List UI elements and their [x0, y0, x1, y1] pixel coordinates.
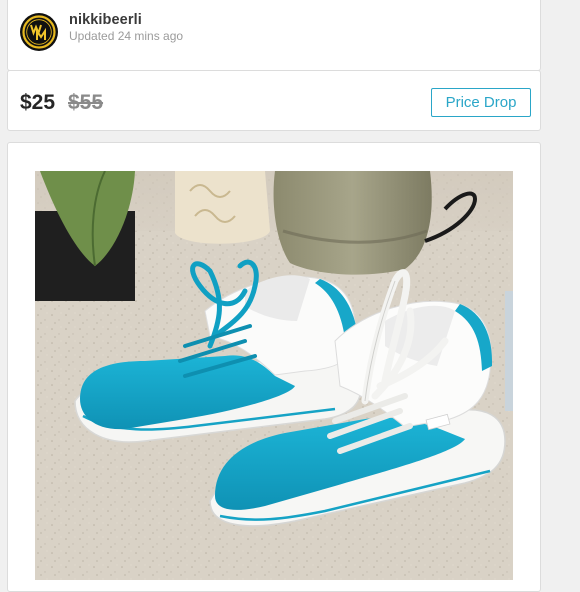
price-drop-badge[interactable]: Price Drop — [431, 88, 531, 117]
seller-username[interactable]: nikkibeerli — [69, 12, 142, 28]
listing-photo[interactable] — [35, 171, 513, 580]
seller-avatar-icon[interactable] — [20, 13, 58, 51]
current-price: $25 — [20, 91, 56, 114]
updated-timestamp: Updated 24 mins ago — [69, 29, 184, 43]
original-price: $55 — [68, 91, 104, 114]
